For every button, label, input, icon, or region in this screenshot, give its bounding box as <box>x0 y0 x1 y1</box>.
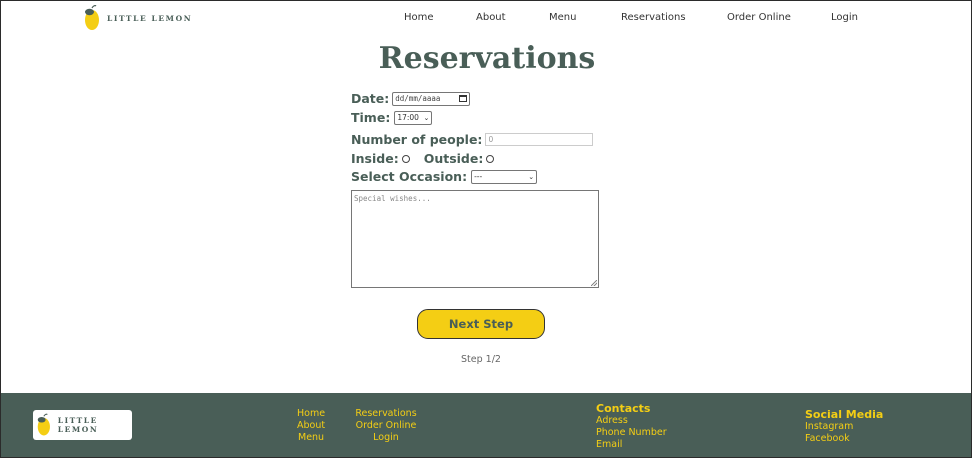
nav-home[interactable]: Home <box>404 12 434 23</box>
special-wishes-textarea[interactable]: Special wishes... <box>351 190 599 288</box>
nav-reservations[interactable]: Reservations <box>621 12 686 23</box>
date-label: Date: <box>351 91 390 106</box>
footer-link-reservations[interactable]: Reservations <box>354 408 418 420</box>
social-instagram[interactable]: Instagram <box>805 421 883 433</box>
footer-nav-col-2: Reservations Order Online Login <box>354 408 418 444</box>
people-row: Number of people: 0 <box>351 132 594 147</box>
site-header: LITTLE LEMON Home About Menu Reservation… <box>83 5 971 31</box>
wishes-placeholder: Special wishes... <box>354 194 431 203</box>
date-row: Date: dd/mm/aaaa <box>351 91 471 106</box>
footer-link-about[interactable]: About <box>297 420 325 432</box>
social-facebook[interactable]: Facebook <box>805 433 883 445</box>
header-logo[interactable]: LITTLE LEMON <box>83 5 192 31</box>
footer-link-order-online[interactable]: Order Online <box>354 420 418 432</box>
next-step-button[interactable]: Next Step <box>417 309 545 339</box>
calendar-icon[interactable] <box>459 95 468 102</box>
people-input[interactable]: 0 <box>485 133 594 146</box>
outside-radio[interactable] <box>486 154 495 163</box>
inside-radio[interactable] <box>401 154 410 163</box>
seating-row: Inside: Outside: <box>351 151 495 166</box>
footer-link-home[interactable]: Home <box>297 408 325 420</box>
footer-brand-name: LITTLE LEMON <box>57 416 99 434</box>
nav-about[interactable]: About <box>476 12 506 23</box>
contact-email[interactable]: Email <box>596 439 667 451</box>
time-value: 17:00 <box>397 113 419 122</box>
footer-nav-col-1: Home About Menu <box>297 408 325 444</box>
site-footer: LITTLE LEMON Home About Menu Reservation… <box>1 393 971 457</box>
time-row: Time: 17:00 ⌄ <box>351 110 433 125</box>
time-select[interactable]: 17:00 ⌄ <box>394 110 433 125</box>
brand-name: LITTLE LEMON <box>107 13 193 23</box>
date-placeholder: dd/mm/aaaa <box>395 94 441 103</box>
time-label: Time: <box>351 110 391 125</box>
date-input[interactable]: dd/mm/aaaa <box>392 91 471 106</box>
occasion-row: Select Occasion: --- ⌄ <box>351 169 538 184</box>
footer-contacts: Contacts Adress Phone Number Email <box>596 402 667 451</box>
people-label: Number of people: <box>351 132 483 147</box>
inside-label: Inside: <box>351 151 399 166</box>
footer-link-menu[interactable]: Menu <box>297 432 325 444</box>
people-value: 0 <box>488 135 494 144</box>
outside-label: Outside: <box>423 151 484 166</box>
chevron-down-icon: ⌄ <box>423 113 430 122</box>
step-indicator: Step 1/2 <box>461 354 501 365</box>
footer-logo[interactable]: LITTLE LEMON <box>33 410 132 440</box>
social-heading: Social Media <box>805 408 884 421</box>
contacts-heading: Contacts <box>596 402 651 415</box>
nav-login[interactable]: Login <box>831 12 858 23</box>
page-title: Reservations <box>378 41 596 76</box>
footer-social: Social Media Instagram Facebook <box>805 408 883 445</box>
lemon-icon <box>37 413 50 436</box>
contact-address[interactable]: Adress <box>596 415 667 427</box>
occasion-select[interactable]: --- ⌄ <box>471 169 538 184</box>
nav-order-online[interactable]: Order Online <box>727 12 791 23</box>
footer-link-login[interactable]: Login <box>354 432 418 444</box>
resize-handle-icon[interactable] <box>591 280 597 286</box>
chevron-down-icon: ⌄ <box>528 172 535 181</box>
contact-phone[interactable]: Phone Number <box>596 427 667 439</box>
occasion-label: Select Occasion: <box>351 169 468 184</box>
occasion-value: --- <box>474 172 483 181</box>
nav-menu[interactable]: Menu <box>549 12 576 23</box>
lemon-icon <box>85 5 99 30</box>
